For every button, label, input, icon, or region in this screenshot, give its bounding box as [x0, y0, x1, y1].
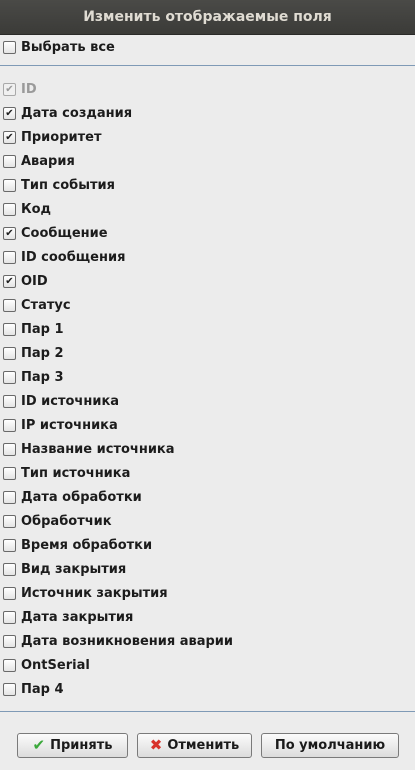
field-checkbox[interactable]: [3, 586, 16, 600]
field-checkbox[interactable]: [3, 106, 16, 120]
field-checkbox-row[interactable]: ID сообщения: [3, 247, 125, 267]
field-checkbox-row: ID: [3, 79, 37, 99]
default-button-label: По умолчанию: [274, 738, 386, 753]
field-checkbox[interactable]: [3, 634, 16, 648]
field-checkbox-label: Время обработки: [21, 537, 153, 553]
field-checkbox-label: OntSerial: [21, 657, 90, 673]
field-checkbox-label: Дата создания: [21, 105, 133, 121]
field-checkbox[interactable]: [3, 610, 16, 624]
field-checkbox-row[interactable]: Пар 4: [3, 679, 64, 699]
default-button[interactable]: По умолчанию: [261, 733, 399, 758]
select-all-checkbox-box[interactable]: [3, 40, 16, 54]
field-checkbox-row[interactable]: Источник закрытия: [3, 583, 168, 603]
field-checkbox[interactable]: [3, 322, 16, 336]
field-checkbox-label: OID: [21, 273, 48, 289]
field-checkbox-label: Дата обработки: [21, 489, 142, 505]
field-checkbox[interactable]: [3, 466, 16, 480]
field-checkbox[interactable]: [3, 562, 16, 576]
field-checkbox-row[interactable]: Время обработки: [3, 535, 152, 555]
field-checkbox[interactable]: [3, 490, 16, 504]
field-checkbox-row[interactable]: ID источника: [3, 391, 119, 411]
field-checkbox: [3, 82, 16, 96]
field-checkbox-row[interactable]: Дата закрытия: [3, 607, 133, 627]
field-checkbox-label: Тип события: [21, 177, 115, 193]
field-checkbox[interactable]: [3, 682, 16, 696]
field-checkbox-row[interactable]: Пар 1: [3, 319, 64, 339]
field-checkbox-label: Пар 4: [21, 681, 64, 697]
field-checkbox-row[interactable]: Статус: [3, 295, 71, 315]
field-checkbox[interactable]: [3, 370, 16, 384]
cross-icon: ✖: [149, 736, 163, 754]
accept-button-label: Принять: [50, 738, 113, 753]
field-checkbox-row[interactable]: Приоритет: [3, 127, 102, 147]
field-checkbox-label: ID сообщения: [21, 249, 126, 265]
field-checkbox[interactable]: [3, 346, 16, 360]
field-checkbox[interactable]: [3, 538, 16, 552]
cancel-button-label: Отменить: [167, 738, 240, 753]
field-checkbox-row[interactable]: Тип события: [3, 175, 115, 195]
field-checkbox-label: ID: [21, 81, 37, 97]
field-checkbox-label: ID источника: [21, 393, 120, 409]
field-checkbox-row[interactable]: Дата создания: [3, 103, 132, 123]
select-all-label: Выбрать все: [21, 39, 115, 55]
field-checkbox-row[interactable]: Тип источника: [3, 463, 130, 483]
field-checkbox[interactable]: [3, 418, 16, 432]
field-checkbox[interactable]: [3, 658, 16, 672]
field-checkbox-label: Статус: [21, 297, 71, 313]
field-checkbox[interactable]: [3, 394, 16, 408]
field-checkbox-label: Пар 1: [21, 321, 64, 337]
field-checkbox[interactable]: [3, 178, 16, 192]
field-checkbox-label: Пар 3: [21, 369, 64, 385]
field-checkbox-label: Код: [21, 201, 52, 217]
field-checkbox-label: Приоритет: [21, 129, 102, 145]
field-checkbox[interactable]: [3, 442, 16, 456]
field-checkbox-row[interactable]: Дата возникновения аварии: [3, 631, 233, 651]
field-checkbox[interactable]: [3, 274, 16, 288]
field-checkbox-label: Пар 2: [21, 345, 64, 361]
field-checkbox-row[interactable]: Пар 2: [3, 343, 64, 363]
field-checkbox[interactable]: [3, 514, 16, 528]
field-checkbox-row[interactable]: Вид закрытия: [3, 559, 126, 579]
top-separator: [0, 65, 415, 66]
field-checkbox-label: Дата возникновения аварии: [21, 633, 234, 649]
field-checkbox-row[interactable]: OntSerial: [3, 655, 90, 675]
select-all-checkbox[interactable]: Выбрать все: [3, 37, 115, 57]
cancel-button[interactable]: ✖ Отменить: [137, 733, 252, 758]
field-checkbox-row[interactable]: Авария: [3, 151, 75, 171]
field-checkbox-row[interactable]: Дата обработки: [3, 487, 142, 507]
field-checkbox-row[interactable]: Название источника: [3, 439, 175, 459]
field-checkbox-label: Обработчик: [21, 513, 112, 529]
field-checkbox[interactable]: [3, 250, 16, 264]
field-checkbox-label: Источник закрытия: [21, 585, 168, 601]
field-checkbox[interactable]: [3, 154, 16, 168]
accept-button[interactable]: ✔ Принять: [17, 733, 128, 758]
field-checkbox[interactable]: [3, 226, 16, 240]
field-checkbox-label: Тип источника: [21, 465, 131, 481]
field-checkbox-row[interactable]: Сообщение: [3, 223, 108, 243]
bottom-separator: [0, 711, 415, 712]
field-checkbox-row[interactable]: OID: [3, 271, 48, 291]
field-checkbox[interactable]: [3, 298, 16, 312]
field-checkbox-label: IP источника: [21, 417, 118, 433]
field-checkbox[interactable]: [3, 202, 16, 216]
field-checkbox-row[interactable]: IP источника: [3, 415, 118, 435]
field-checkbox-label: Вид закрытия: [21, 561, 127, 577]
field-checkbox-row[interactable]: Код: [3, 199, 51, 219]
field-checkbox-label: Название источника: [21, 441, 175, 457]
field-checkbox-label: Авария: [21, 153, 75, 169]
checkmark-icon: ✔: [32, 736, 46, 754]
field-checkbox[interactable]: [3, 130, 16, 144]
dialog-title-bar: Изменить отображаемые поля: [0, 0, 415, 35]
field-checkbox-row[interactable]: Обработчик: [3, 511, 112, 531]
dialog-title: Изменить отображаемые поля: [83, 9, 332, 25]
field-checkbox-label: Сообщение: [21, 225, 108, 241]
field-checkbox-row[interactable]: Пар 3: [3, 367, 64, 387]
field-checkbox-label: Дата закрытия: [21, 609, 134, 625]
